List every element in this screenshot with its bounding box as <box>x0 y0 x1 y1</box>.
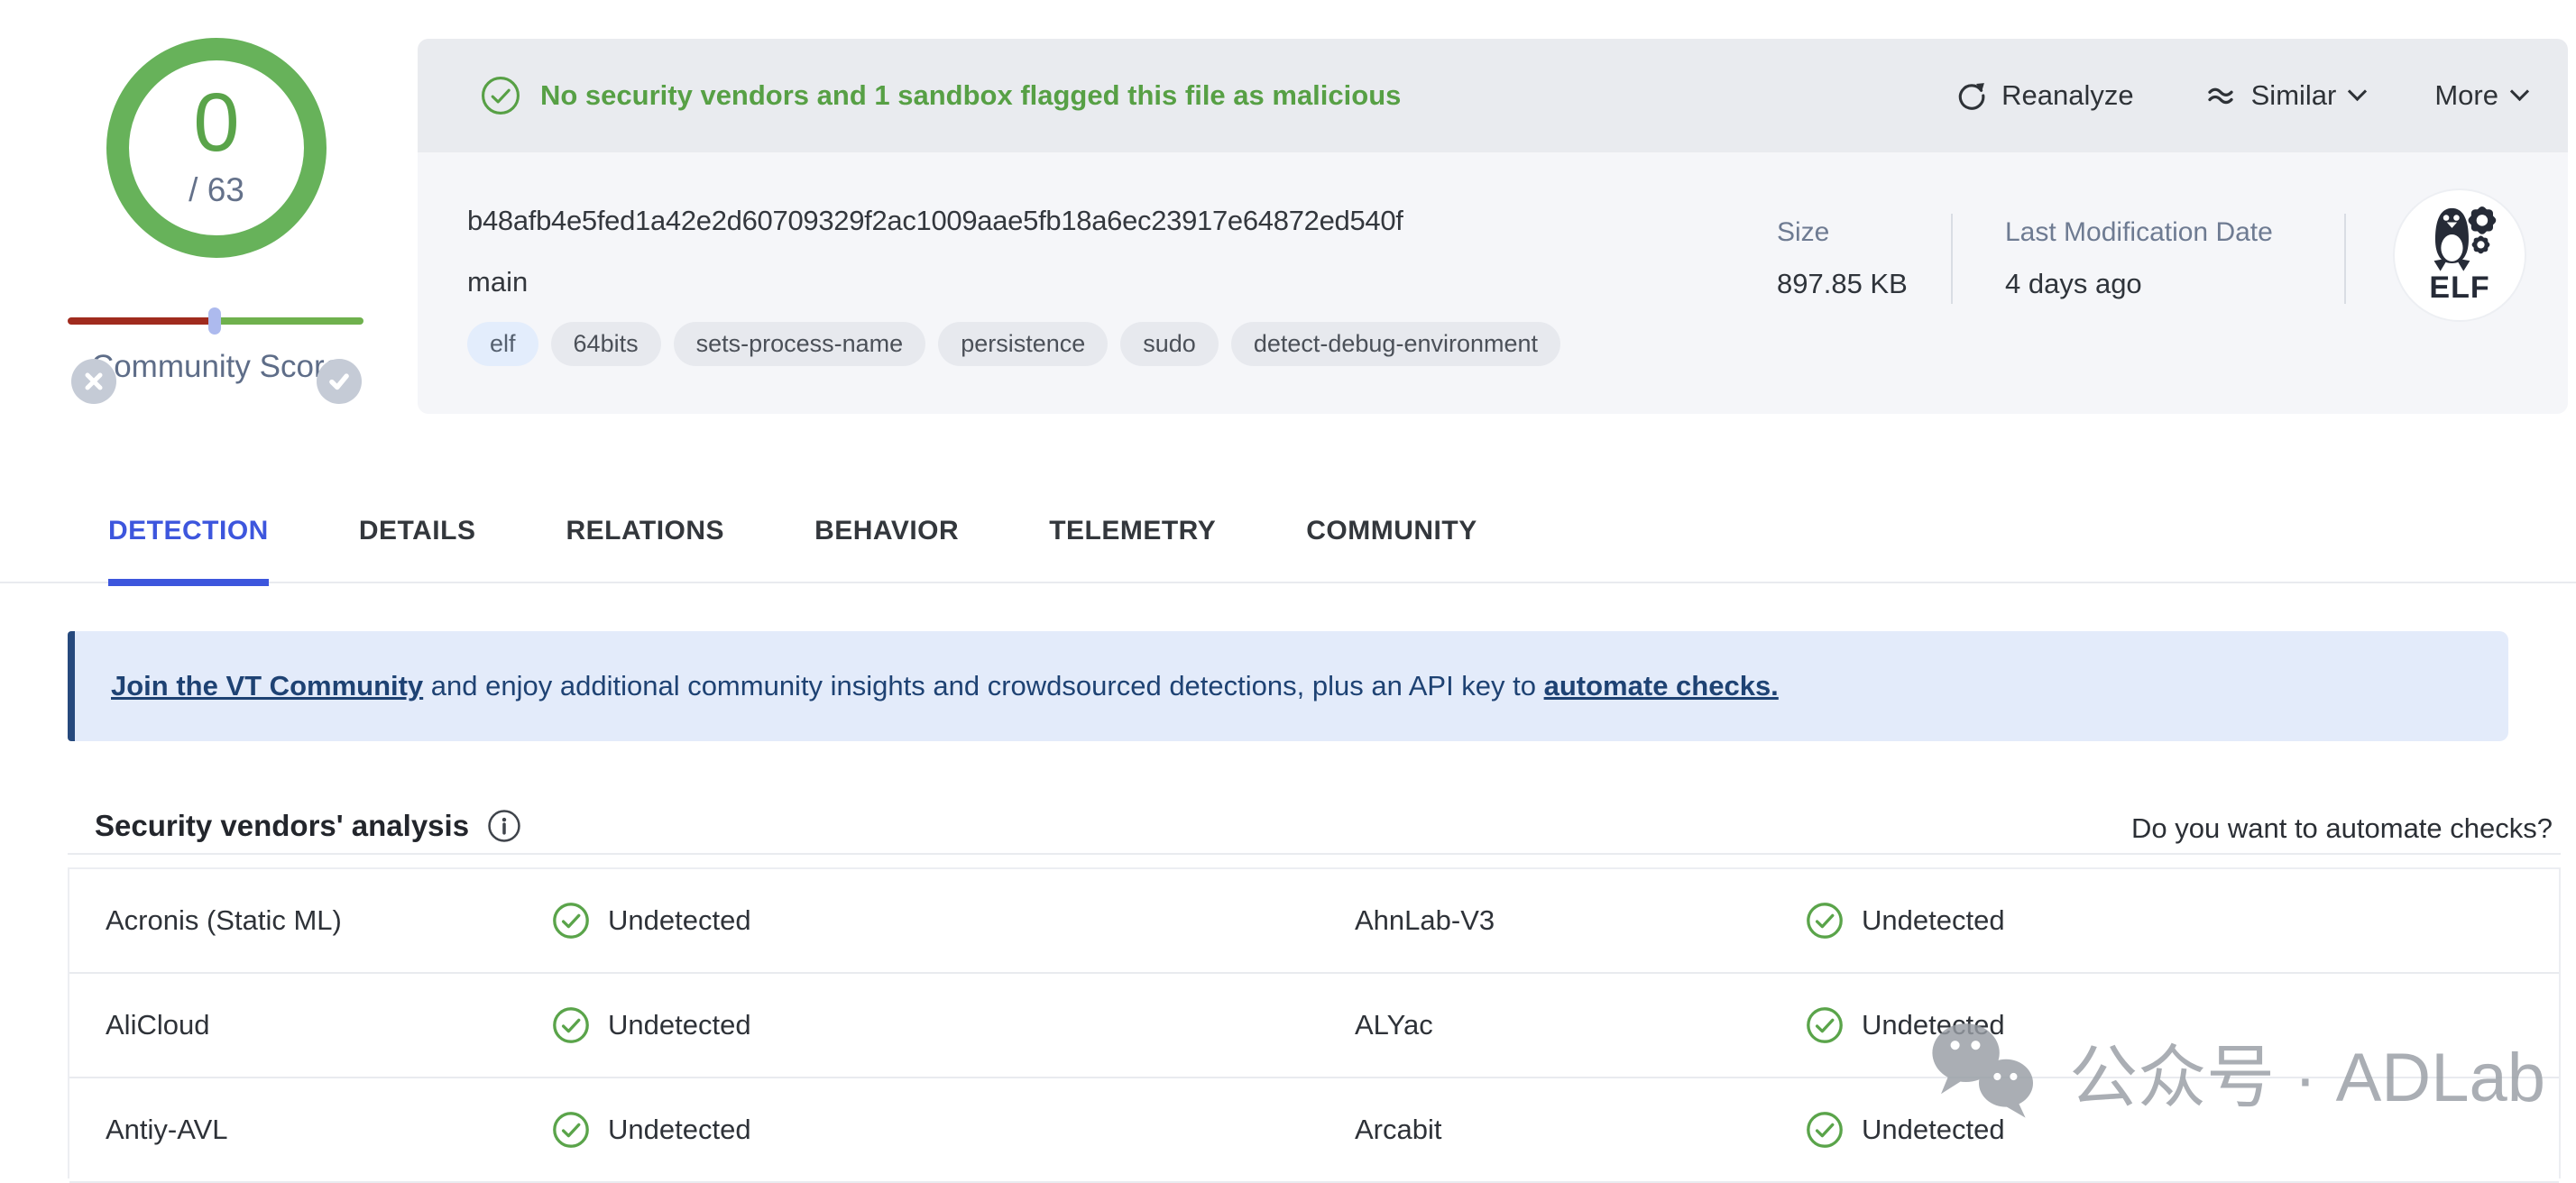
undetected-check-icon <box>1806 902 1844 940</box>
engines-total: / 63 <box>189 171 244 209</box>
reanalyze-button[interactable]: Reanalyze <box>1956 79 2133 112</box>
vote-malicious-button[interactable] <box>71 359 116 404</box>
x-icon <box>83 371 105 392</box>
file-name[interactable]: main <box>467 266 528 298</box>
file-summary-card: No security vendors and 1 sandbox flagge… <box>418 39 2568 414</box>
vote-harmless-button[interactable] <box>317 359 362 404</box>
info-icon[interactable] <box>487 809 521 843</box>
similar-icon <box>2204 79 2237 112</box>
detection-score-ring: 0 / 63 <box>106 38 327 258</box>
file-hash[interactable]: b48afb4e5fed1a42e2d60709329f2ac1009aae5f… <box>467 205 1403 237</box>
tab-details[interactable]: DETAILS <box>359 516 476 586</box>
detections-count: 0 <box>193 81 239 164</box>
tab-relations[interactable]: RELATIONS <box>566 516 724 586</box>
filetype-badge: ELF <box>2393 188 2526 322</box>
filetype-label: ELF <box>2429 271 2489 306</box>
report-tabs: DETECTION DETAILS RELATIONS BEHAVIOR TEL… <box>0 516 2576 583</box>
vendor-result: Undetected <box>1806 1111 2559 1149</box>
slider-negative-track <box>68 317 214 325</box>
header-actions: Reanalyze Similar More <box>1956 79 2526 112</box>
verdict-message: No security vendors and 1 sandbox flagge… <box>540 79 1401 112</box>
vendors-analysis-header: Security vendors' analysis <box>95 809 521 843</box>
slider-handle[interactable] <box>208 307 221 335</box>
tag-sudo[interactable]: sudo <box>1120 322 1219 366</box>
table-row: Acronis (Static ML) Undetected AhnLab-V3… <box>69 869 2559 974</box>
vendor-result: Undetected <box>1806 902 2559 940</box>
tag-elf[interactable]: elf <box>467 322 538 366</box>
undetected-check-icon <box>1806 1111 1844 1149</box>
join-vt-community-link[interactable]: Join the VT Community <box>111 670 423 702</box>
divider <box>68 853 2561 855</box>
table-row: Antiy-AVL Undetected Arcabit Undetected <box>69 1078 2559 1183</box>
undetected-check-icon <box>552 1006 590 1044</box>
check-icon <box>327 370 351 393</box>
undetected-check-icon <box>552 1111 590 1149</box>
divider <box>1951 214 1953 304</box>
linux-penguin-gear-icon <box>2418 206 2501 272</box>
undetected-check-icon <box>552 902 590 940</box>
tag-persistence[interactable]: persistence <box>938 322 1108 366</box>
vendor-name: Acronis (Static ML) <box>106 904 552 937</box>
vendor-name: ALYac <box>1355 1009 1806 1041</box>
vendor-name: Arcabit <box>1355 1114 1806 1146</box>
tab-behavior[interactable]: BEHAVIOR <box>814 516 959 586</box>
vendor-result: Undetected <box>552 1006 1355 1044</box>
slider-positive-track <box>214 317 363 325</box>
tab-community[interactable]: COMMUNITY <box>1306 516 1477 586</box>
vendor-result: Undetected <box>1806 1006 2559 1044</box>
automate-checks-link[interactable]: automate checks. <box>1544 670 1779 702</box>
vendor-name: AhnLab-V3 <box>1355 904 1806 937</box>
divider <box>2344 214 2346 304</box>
file-size: Size 897.85 KB <box>1777 217 1908 300</box>
tag-64bits[interactable]: 64bits <box>551 322 661 366</box>
community-score-slider <box>68 317 363 325</box>
verdict-status: No security vendors and 1 sandbox flagge… <box>481 76 1401 115</box>
vendor-result: Undetected <box>552 902 1355 940</box>
tab-telemetry[interactable]: TELEMETRY <box>1049 516 1216 586</box>
table-row: AliCloud Undetected ALYac Undetected <box>69 974 2559 1078</box>
security-vendors-table: Acronis (Static ML) Undetected AhnLab-V3… <box>68 867 2561 1178</box>
chevron-down-icon <box>2348 82 2367 101</box>
automate-checks-question: Do you want to automate checks? <box>2131 812 2553 845</box>
more-button[interactable]: More <box>2434 79 2526 112</box>
banner-text: and enjoy additional community insights … <box>423 670 1543 702</box>
last-modification-date: Last Modification Date 4 days ago <box>2005 217 2273 300</box>
undetected-check-icon <box>1806 1006 1844 1044</box>
tag-sets-process-name[interactable]: sets-process-name <box>674 322 926 366</box>
community-score-label: Community Score <box>0 348 433 386</box>
section-title-text: Security vendors' analysis <box>95 809 469 843</box>
chevron-down-icon <box>2510 82 2529 101</box>
file-tags: elf 64bits sets-process-name persistence… <box>467 322 1560 366</box>
check-circle-icon <box>481 76 520 115</box>
join-community-banner: Join the VT Community and enjoy addition… <box>68 631 2508 741</box>
vendor-result: Undetected <box>552 1111 1355 1149</box>
reanalyze-icon <box>1956 80 1987 111</box>
similar-button[interactable]: Similar <box>2204 79 2365 112</box>
file-info-section: b48afb4e5fed1a42e2d60709329f2ac1009aae5f… <box>418 152 2568 414</box>
vendor-name: AliCloud <box>106 1009 552 1041</box>
tag-detect-debug-environment[interactable]: detect-debug-environment <box>1231 322 1560 366</box>
vendor-name: Antiy-AVL <box>106 1114 552 1146</box>
card-header: No security vendors and 1 sandbox flagge… <box>418 39 2568 152</box>
tab-detection[interactable]: DETECTION <box>108 516 269 586</box>
